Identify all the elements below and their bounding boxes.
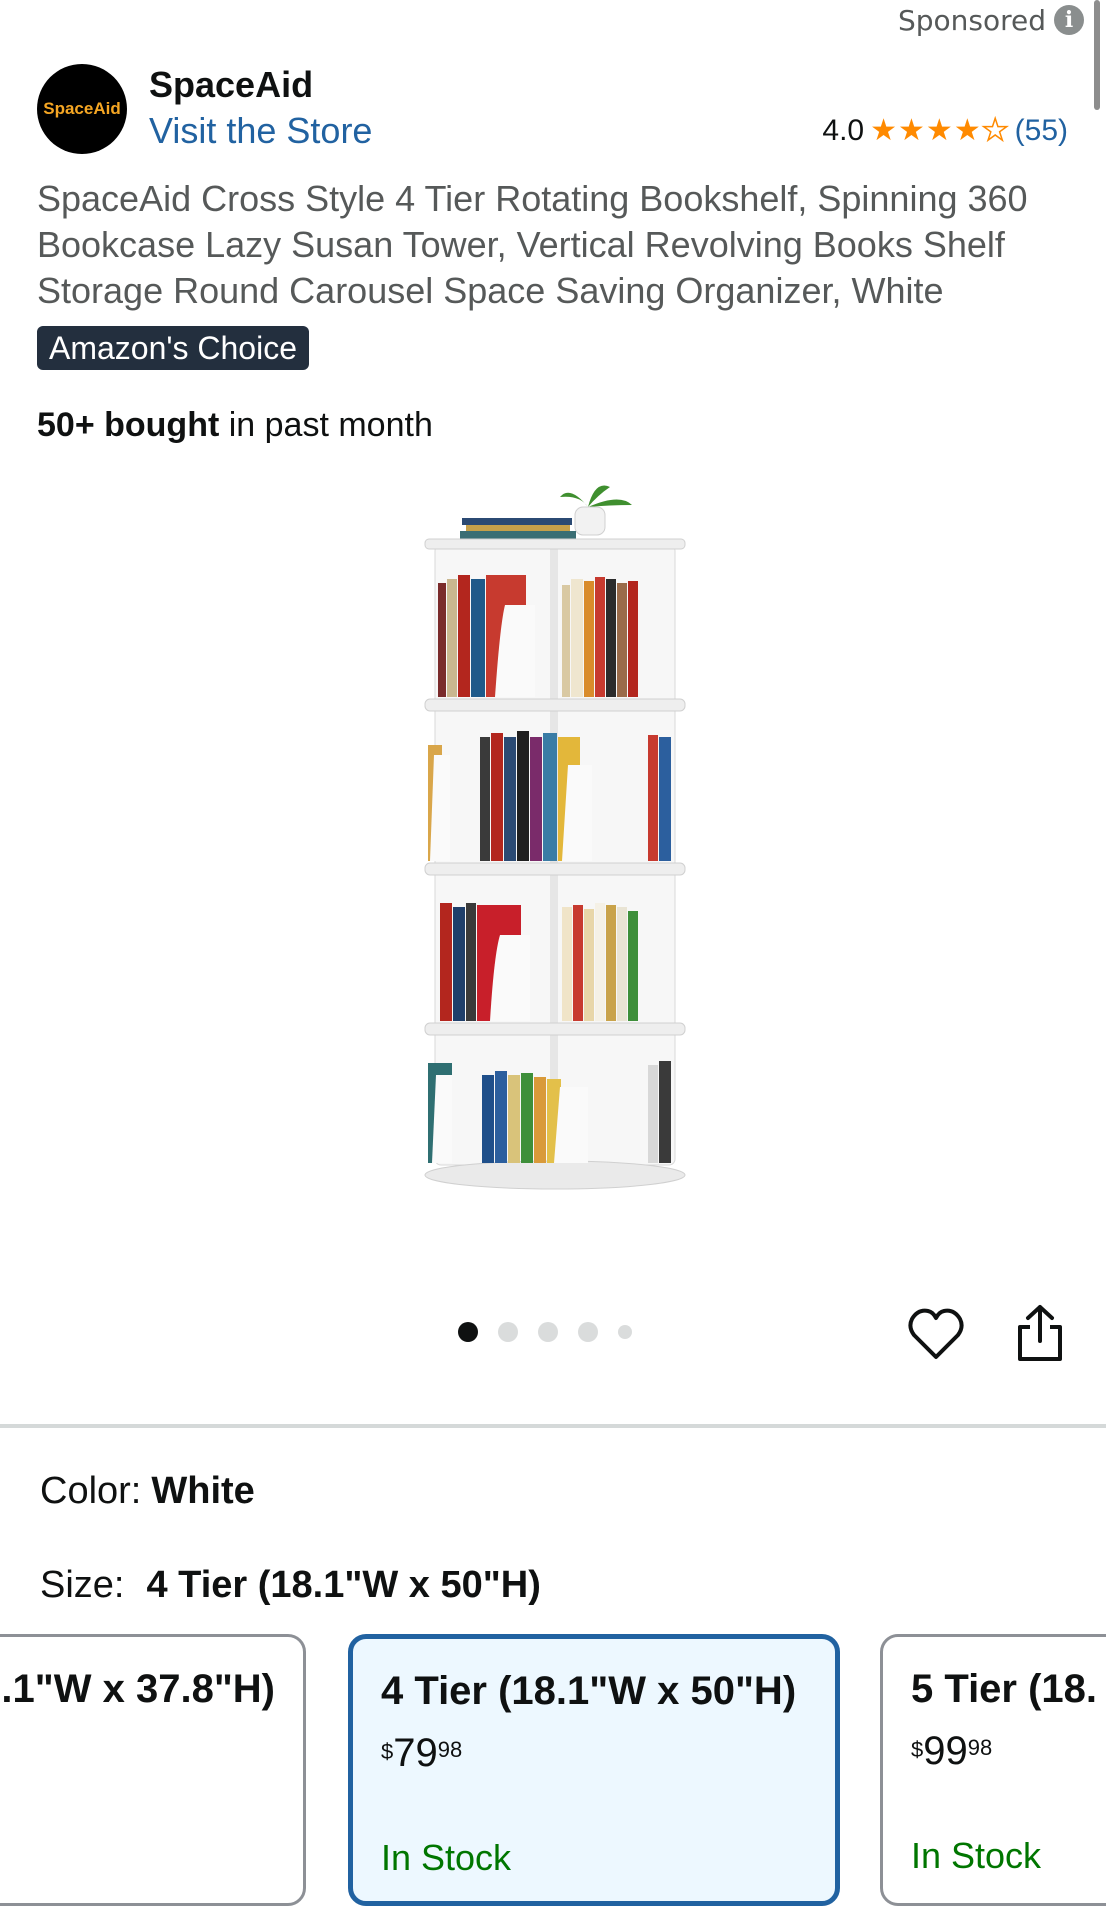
- brand-logo-text: SpaceAid: [43, 99, 121, 118]
- star-icon: ★: [898, 114, 925, 147]
- size-value: 4 Tier (18.1"W x 50"H): [146, 1564, 541, 1606]
- visit-store-link[interactable]: Visit the Store: [149, 110, 372, 152]
- price-fraction: 98: [967, 1735, 993, 1760]
- carousel-dot[interactable]: [538, 1322, 558, 1342]
- price-symbol: $: [911, 1737, 924, 1762]
- carousel-dot[interactable]: [458, 1322, 478, 1342]
- star-rating: ★ ★ ★ ★ ★: [870, 114, 1009, 147]
- stock-status: In Stock: [911, 1835, 1042, 1876]
- heart-icon[interactable]: [906, 1305, 966, 1365]
- size-option-card-selected[interactable]: 4 Tier (18.1"W x 50"H) $79 98 In Stock: [348, 1634, 840, 1906]
- star-icon: ★: [925, 114, 953, 147]
- color-label: Color:: [40, 1470, 142, 1512]
- bought-in-past-month: 50+ bought in past month: [37, 406, 433, 445]
- rating-summary[interactable]: 4.0 ★ ★ ★ ★ ★ (55): [822, 114, 1068, 148]
- sponsored-text: Sponsored: [897, 3, 1046, 37]
- color-value: White: [151, 1470, 255, 1512]
- price-whole: 99: [923, 1729, 968, 1773]
- option-title: 5 Tier (18.: [911, 1667, 1098, 1711]
- color-selection: Color: White: [40, 1470, 255, 1513]
- rotating-bookshelf-image[interactable]: [420, 475, 700, 1235]
- option-title: 4 Tier (18.1"W x 50"H): [381, 1669, 797, 1713]
- size-selection: Size: 4 Tier (18.1"W x 50"H): [40, 1564, 541, 1607]
- scrollbar[interactable]: [1094, 0, 1100, 110]
- info-icon[interactable]: i: [1054, 5, 1084, 35]
- size-option-card[interactable]: 5 Tier (18. $99 98 In Stock: [880, 1634, 1106, 1906]
- size-option-card[interactable]: .1"W x 37.8"H): [0, 1634, 306, 1906]
- star-icon: ★: [981, 114, 1009, 147]
- brand-name[interactable]: SpaceAid: [149, 64, 313, 106]
- option-price: $99 98: [911, 1729, 992, 1774]
- bought-period: in past month: [219, 406, 433, 444]
- sponsored-label[interactable]: Sponsored i: [898, 0, 1084, 40]
- carousel-dot[interactable]: [618, 1325, 632, 1339]
- brand-logo[interactable]: SpaceAid: [37, 64, 127, 154]
- option-price: $79 98: [381, 1731, 462, 1776]
- star-icon: ★: [870, 114, 898, 147]
- option-title: .1"W x 37.8"H): [1, 1667, 275, 1711]
- share-icon[interactable]: [1012, 1303, 1068, 1363]
- product-title: SpaceAid Cross Style 4 Tier Rotating Boo…: [37, 178, 1028, 311]
- price-whole: 79: [393, 1731, 438, 1775]
- review-count-link[interactable]: (55): [1015, 114, 1068, 148]
- star-icon: ★: [953, 114, 981, 147]
- carousel-dot[interactable]: [578, 1322, 598, 1342]
- image-carousel-indicator[interactable]: [458, 1322, 632, 1342]
- carousel-dot[interactable]: [498, 1322, 518, 1342]
- section-divider: [0, 1424, 1106, 1428]
- price-symbol: $: [381, 1739, 394, 1764]
- bought-count: 50+ bought: [37, 406, 220, 444]
- size-label: Size:: [40, 1564, 125, 1606]
- price-fraction: 98: [437, 1737, 463, 1762]
- rating-value: 4.0: [822, 114, 865, 147]
- stock-status: In Stock: [381, 1837, 512, 1878]
- amazons-choice-badge[interactable]: Amazon's Choice: [37, 326, 309, 370]
